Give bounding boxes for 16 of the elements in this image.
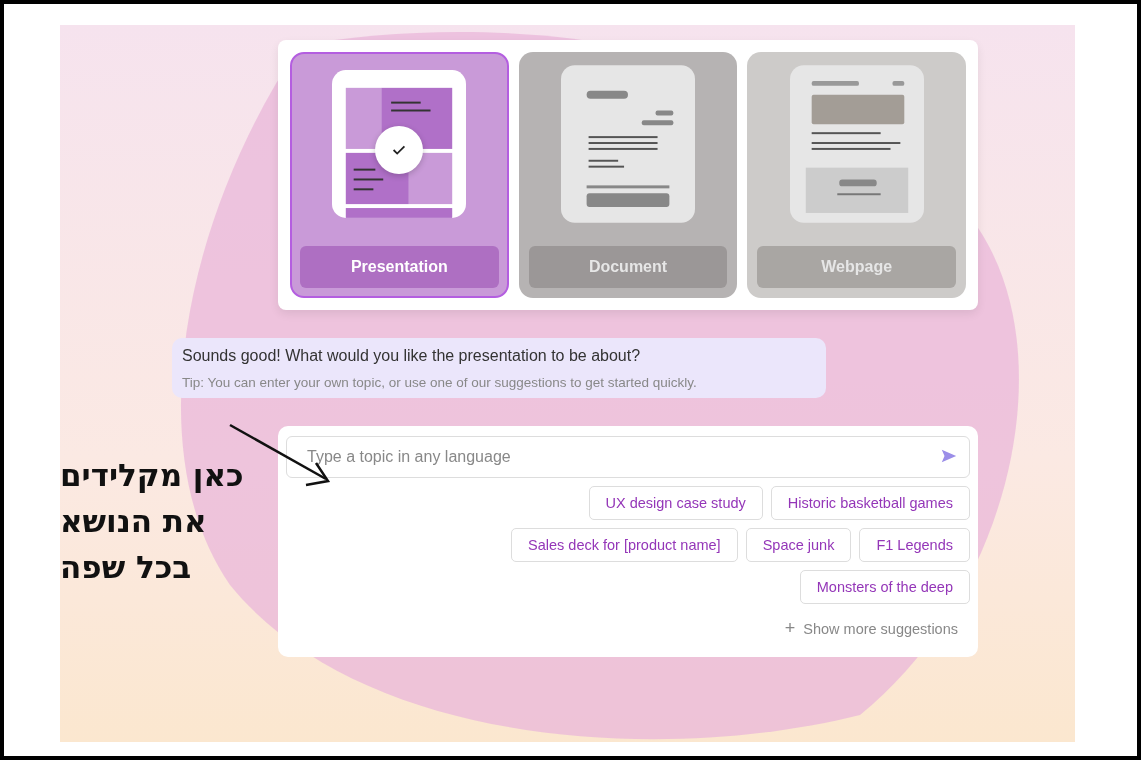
annotation-text: את הנושא	[60, 502, 207, 541]
suggestion-chip[interactable]: Space junk	[745, 528, 852, 562]
suggestion-chip[interactable]: UX design case study	[588, 486, 763, 520]
send-icon[interactable]	[940, 447, 958, 465]
suggestion-chip[interactable]: Historic basketball games	[770, 486, 970, 520]
suggestion-chip[interactable]: Sales deck for [product name]	[511, 528, 738, 562]
format-card[interactable]: Presentation	[290, 52, 509, 298]
suggestion-chip[interactable]: F1 Legends	[859, 528, 970, 562]
plus-icon: +	[784, 618, 796, 639]
annotation-text: כאן מקלידים	[60, 456, 244, 495]
suggestion-chip[interactable]: Monsters of the deep	[799, 570, 970, 604]
topic-input-field[interactable]: Type a topic in any language	[286, 436, 970, 478]
message-text: Sounds good! What would you like the presentation to be about?	[182, 347, 642, 365]
show-more-button[interactable]: + Show more suggestions	[772, 612, 970, 645]
tip-text: Tip: You can enter your own topic, or use one of our suggestions to get started quickly.	[182, 375, 698, 390]
annotation-text: בכל שפה	[60, 548, 192, 587]
